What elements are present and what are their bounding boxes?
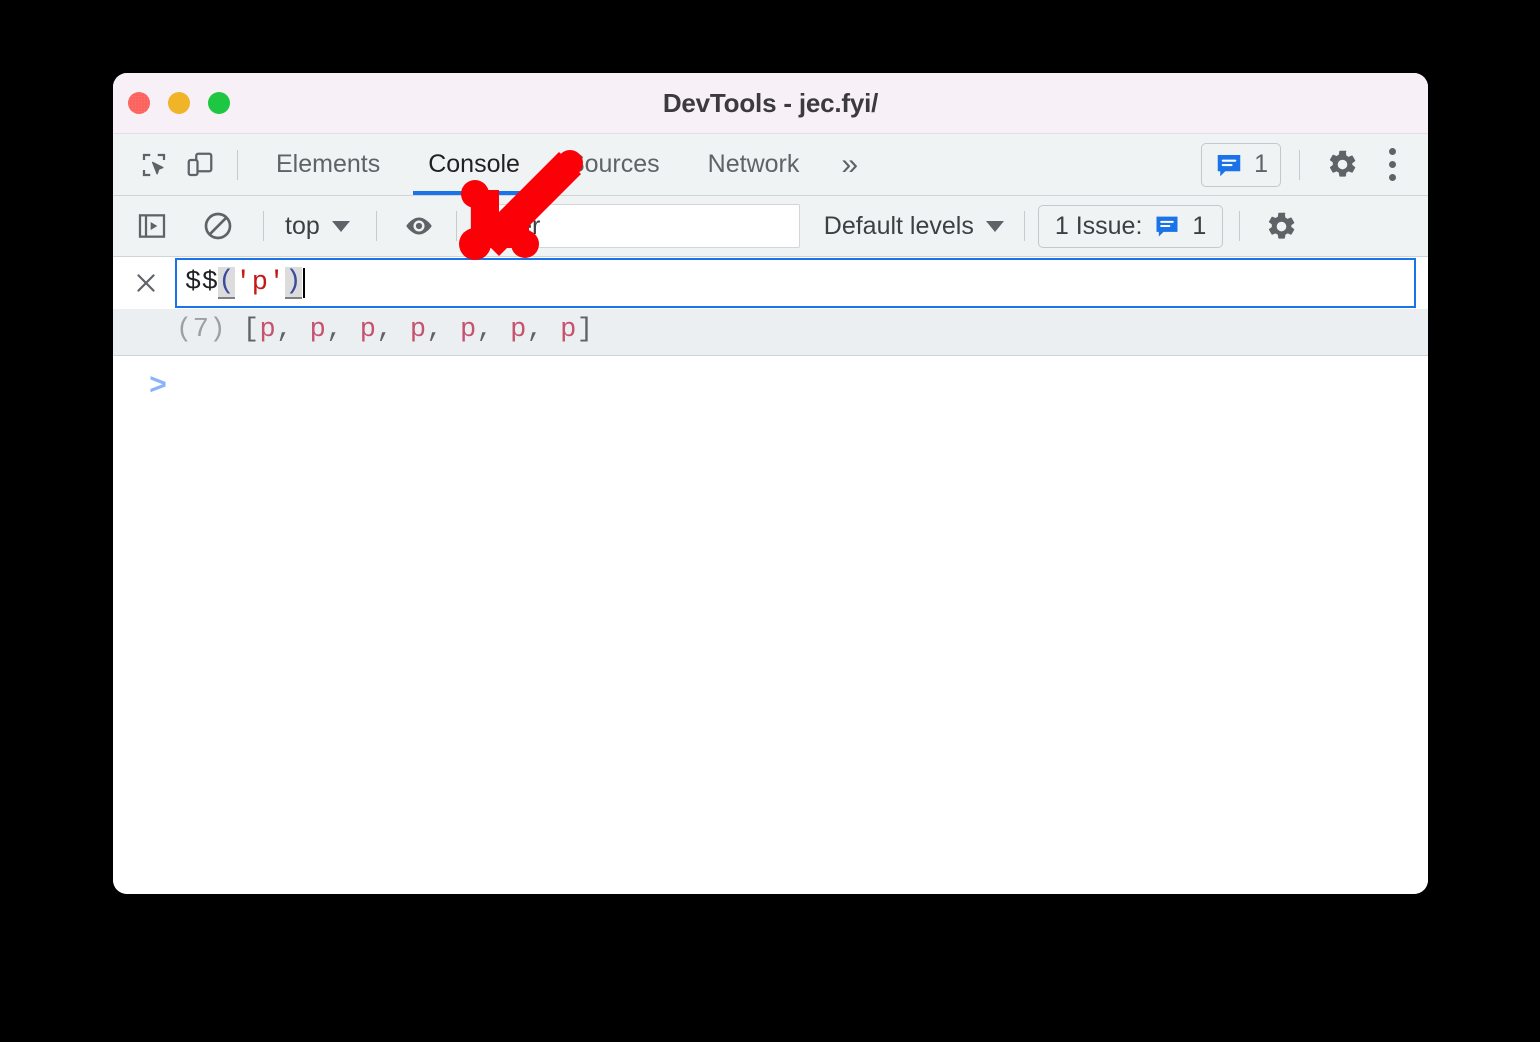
maximize-window-button[interactable] (208, 92, 230, 114)
result-item-separator: , (476, 315, 511, 345)
tabbar-right-controls: 1 (1201, 134, 1414, 195)
tabbar-right-divider (1299, 149, 1300, 180)
result-count: (7) (176, 315, 227, 345)
tab-console[interactable]: Console (404, 134, 544, 195)
execution-context-label: top (285, 211, 320, 240)
devtools-tabbar: Elements Console Sources Network » 1 (113, 134, 1428, 196)
log-levels-label: Default levels (823, 211, 974, 240)
console-sidebar-icon[interactable] (129, 203, 175, 249)
result-item-tag: p (459, 315, 477, 345)
issues-speech-bubble-icon (1156, 216, 1178, 237)
tabbar-divider (237, 149, 238, 180)
close-window-button[interactable] (128, 92, 150, 114)
command-token-open-paren: ( (218, 267, 236, 299)
console-toolbar: top Default levels 1 Issue: (113, 196, 1428, 257)
live-expression-eye-icon[interactable] (396, 203, 442, 249)
console-settings-gear-icon[interactable] (1257, 202, 1305, 250)
tab-console-label: Console (428, 150, 520, 178)
console-prompt-row[interactable]: > (113, 356, 1428, 404)
window-title: DevTools - jec.fyi/ (662, 87, 879, 118)
toolbar-divider-3 (455, 211, 457, 241)
execution-context-selector[interactable]: top (277, 212, 358, 241)
issues-count: 1 (1254, 150, 1268, 178)
screenshot-stage: DevTools - jec.fyi/ Elements Console Sou… (0, 0, 1540, 1042)
traffic-light-group (128, 92, 230, 114)
result-close-bracket: ] (576, 315, 594, 345)
issues-counter-button[interactable]: 1 (1201, 142, 1281, 187)
result-item-tag: p (359, 315, 377, 345)
toolbar-divider-2 (375, 211, 377, 241)
tab-elements[interactable]: Elements (252, 134, 404, 195)
result-open-bracket: [ (242, 315, 260, 345)
log-levels-selector[interactable]: Default levels (818, 212, 1010, 241)
result-item-tag: p (560, 315, 577, 345)
result-item-tag: p (309, 315, 327, 345)
issues-speech-bubble-icon (1217, 154, 1241, 176)
result-item-tag: p (409, 315, 427, 345)
issues-summary-button[interactable]: 1 Issue: 1 (1037, 204, 1224, 248)
tab-network-label: Network (707, 150, 800, 178)
result-item-tag: p (259, 315, 277, 345)
chevron-down-icon (331, 220, 350, 232)
window-titlebar: DevTools - jec.fyi/ (113, 73, 1428, 134)
tab-sources[interactable]: Sources (544, 134, 684, 195)
console-command-row: $$('p') (113, 257, 1428, 309)
command-token-string: 'p' (235, 268, 286, 298)
more-options-vertical-icon[interactable] (1370, 141, 1414, 189)
console-body: $$('p') (7) [p, p, p, p, p, p, p] > (113, 257, 1428, 894)
toolbar-divider-5 (1239, 211, 1241, 241)
panel-tabs: Elements Console Sources Network » (252, 134, 876, 195)
settings-gear-icon[interactable] (1318, 141, 1366, 189)
prompt-chevron-icon: > (149, 370, 168, 404)
result-item-separator: , (526, 315, 561, 345)
result-item-separator: , (376, 315, 410, 345)
console-command-input[interactable]: $$('p') (175, 258, 1416, 308)
chevron-down-icon (985, 220, 1004, 232)
result-item-separator: , (426, 315, 460, 345)
command-token-function: $$ (185, 268, 219, 298)
device-toolbar-icon[interactable] (177, 142, 223, 188)
result-items[interactable]: p, p, p, p, p, p, p (260, 315, 577, 345)
text-cursor (302, 268, 305, 298)
toolbar-divider-1 (263, 211, 264, 241)
toolbar-divider-4 (1023, 211, 1025, 241)
command-token-close-paren: ) (285, 267, 302, 299)
result-item-tag: p (510, 315, 527, 345)
tab-elements-label: Elements (276, 150, 381, 178)
console-result-row: (7) [p, p, p, p, p, p, p] (113, 309, 1428, 356)
console-filter-input[interactable] (469, 204, 800, 248)
result-item-separator: , (276, 315, 310, 345)
more-tabs-chevron-icon[interactable]: » (823, 134, 876, 195)
devtools-window: DevTools - jec.fyi/ Elements Console Sou… (113, 73, 1428, 894)
issues-summary-label: 1 Issue: (1054, 211, 1143, 240)
close-icon[interactable] (129, 266, 163, 300)
result-item-separator: , (326, 315, 360, 345)
minimize-window-button[interactable] (168, 92, 190, 114)
tab-network[interactable]: Network (684, 134, 824, 195)
clear-console-icon[interactable] (195, 203, 241, 249)
inspect-element-icon[interactable] (131, 142, 177, 188)
issues-summary-count: 1 (1192, 211, 1207, 240)
tab-sources-label: Sources (567, 150, 660, 178)
